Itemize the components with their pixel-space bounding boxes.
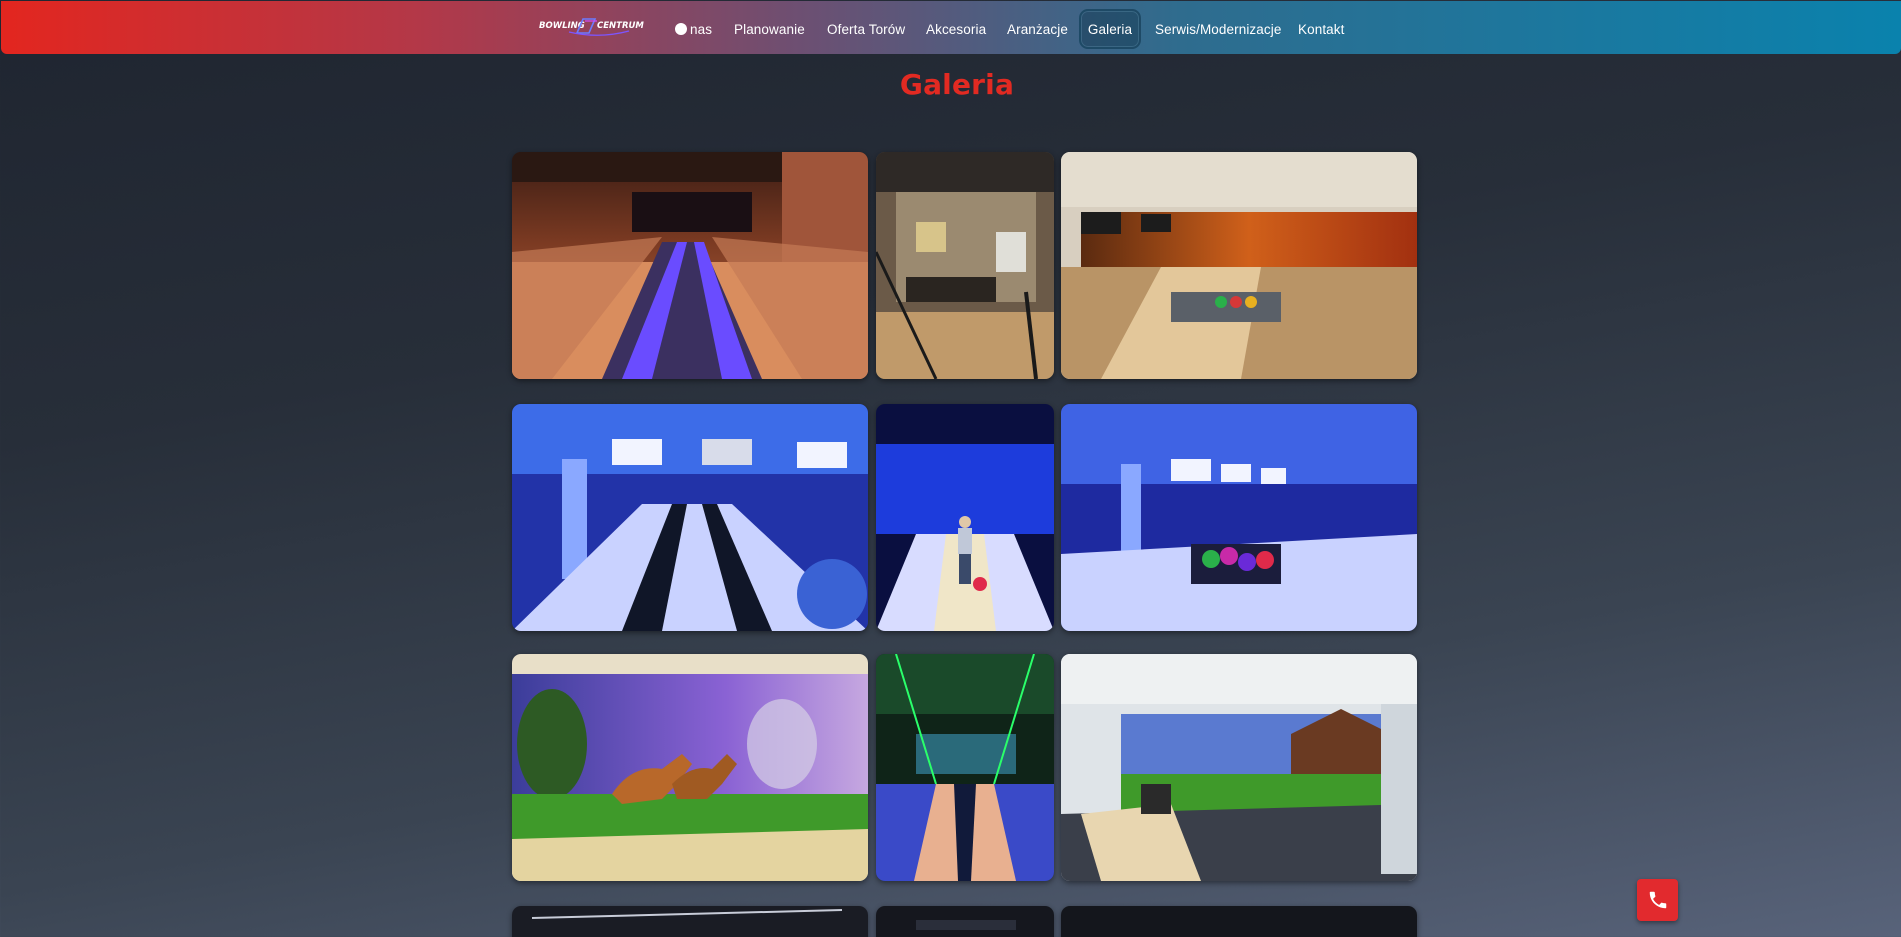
call-button[interactable] <box>1637 879 1678 921</box>
nav-item-o-nas[interactable]: nas <box>665 9 722 49</box>
bowling-centrum-logo[interactable]: BOWLING CENTRUM <box>539 15 654 39</box>
lanes-sunset-mural-icon <box>1061 152 1417 379</box>
nav-item-label: Kontakt <box>1298 21 1345 37</box>
dark-lanes-photo-icon <box>876 906 1054 937</box>
lounge-brick-wall-icon <box>876 152 1054 379</box>
horse-mural-lanes-icon <box>512 654 868 881</box>
nav-item-label: Serwis/Modernizacje <box>1155 21 1282 37</box>
blue-lanes-ball-return-icon <box>1061 404 1417 631</box>
logo-text-right: CENTRUM <box>597 21 644 31</box>
bowler-blue-lane-icon <box>876 404 1054 631</box>
phone-icon <box>1649 891 1666 909</box>
top-navbar: BOWLING CENTRUM nas Planowanie Oferta To… <box>1 1 1901 54</box>
bowling-lanes-brick-hall-icon <box>512 152 868 379</box>
nav-item-galeria[interactable]: Galeria <box>1079 9 1141 49</box>
nav-item-label: Aranżacje <box>1007 21 1068 37</box>
gallery-photo[interactable] <box>512 152 868 379</box>
barn-mural-lanes-icon <box>1061 654 1417 881</box>
nav-item-label: nas <box>690 21 713 37</box>
gallery-photo[interactable] <box>1061 152 1417 379</box>
dark-lanes-photo-icon <box>1061 906 1417 937</box>
gallery-photo[interactable] <box>512 404 868 631</box>
gallery-photo[interactable] <box>1061 654 1417 881</box>
nav-item-oferta-torow[interactable]: Oferta Torów <box>817 9 915 49</box>
green-neon-lane-icon <box>876 654 1054 881</box>
nav-item-aranzacje[interactable]: Aranżacje <box>997 9 1078 49</box>
dark-lanes-photo-icon <box>512 906 868 937</box>
nav-item-label: Planowanie <box>734 21 805 37</box>
nav-item-planowanie[interactable]: Planowanie <box>724 9 815 49</box>
gallery-photo[interactable] <box>1061 404 1417 631</box>
gallery-photo[interactable] <box>876 404 1054 631</box>
nav-item-akcesoria[interactable]: Akcesoria <box>916 9 996 49</box>
nav-item-label: Oferta Torów <box>827 21 906 37</box>
nav-item-label: Akcesoria <box>926 21 987 37</box>
nav-item-label: Galeria <box>1087 21 1133 37</box>
circle-icon <box>675 23 687 35</box>
gallery-photo[interactable] <box>876 906 1054 937</box>
gallery-photo[interactable] <box>876 654 1054 881</box>
gallery-photo[interactable] <box>512 906 868 937</box>
nav-item-kontakt[interactable]: Kontakt <box>1288 9 1354 49</box>
blue-lanes-hall-icon <box>512 404 868 631</box>
gallery-photo[interactable] <box>512 654 868 881</box>
gallery-photo[interactable] <box>876 152 1054 379</box>
nav-item-serwis-modernizacje[interactable]: Serwis/Modernizacje <box>1145 9 1291 49</box>
page-title: Galeria <box>899 68 1015 101</box>
gallery-photo[interactable] <box>1061 906 1417 937</box>
